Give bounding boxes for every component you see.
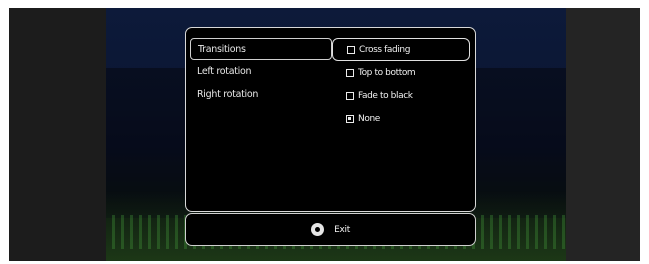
- menu-item-right-rotation[interactable]: Right rotation: [190, 84, 332, 106]
- settings-menu: Transitions Left rotation Right rotation: [190, 38, 332, 107]
- option-label: None: [358, 113, 380, 124]
- transition-options: Cross fading Top to bottom Fade to black…: [332, 38, 470, 130]
- checkbox-checked-icon[interactable]: [346, 114, 354, 123]
- ok-button-icon: [311, 223, 325, 236]
- slideshow-settings-dialog: Transitions Left rotation Right rotation…: [185, 27, 476, 212]
- footer-bar: Exit: [185, 213, 476, 246]
- right-letterbox: [566, 8, 640, 261]
- option-label: Cross fading: [359, 44, 411, 55]
- screen-frame: Transitions Left rotation Right rotation…: [0, 0, 649, 264]
- option-cross-fading[interactable]: Cross fading: [332, 38, 470, 61]
- checkbox-icon[interactable]: [346, 91, 354, 100]
- menu-item-transitions[interactable]: Transitions: [190, 38, 332, 60]
- option-label: Top to bottom: [358, 67, 416, 78]
- checkbox-icon[interactable]: [347, 45, 355, 54]
- option-label: Fade to black: [358, 90, 413, 101]
- option-none[interactable]: None: [332, 107, 470, 130]
- left-letterbox: [9, 8, 106, 261]
- option-top-to-bottom[interactable]: Top to bottom: [332, 61, 470, 84]
- menu-item-left-rotation[interactable]: Left rotation: [190, 61, 332, 83]
- option-fade-to-black[interactable]: Fade to black: [332, 84, 470, 107]
- checkbox-icon[interactable]: [346, 68, 354, 77]
- exit-button[interactable]: Exit: [334, 225, 350, 235]
